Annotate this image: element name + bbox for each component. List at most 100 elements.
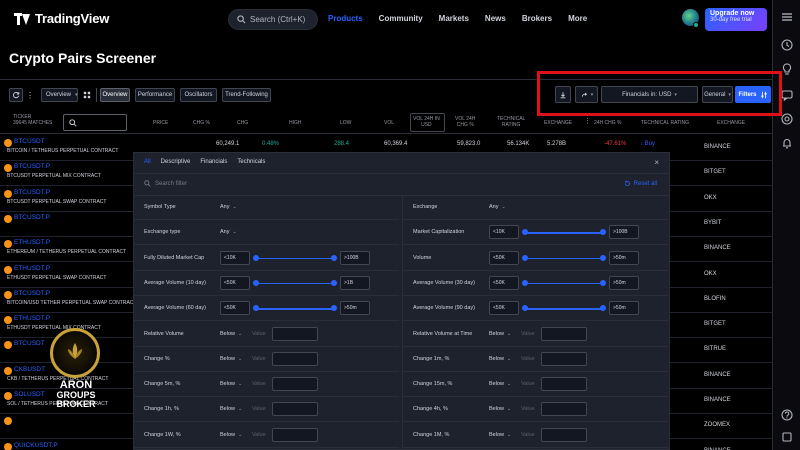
ticker-link[interactable]: ETHUSDT.P bbox=[14, 265, 50, 272]
range-slider-max-handle[interactable] bbox=[600, 229, 606, 236]
value-input[interactable] bbox=[541, 326, 587, 341]
lightbulb-icon[interactable] bbox=[780, 62, 794, 76]
range-slider-min-handle[interactable] bbox=[522, 279, 528, 286]
filter-dropdown[interactable]: Any ⌄ bbox=[220, 229, 237, 235]
filter-search-input[interactable]: Search filter bbox=[144, 180, 187, 187]
close-icon[interactable]: × bbox=[654, 158, 659, 167]
range-slider-min-handle[interactable] bbox=[253, 279, 259, 286]
range-slider-min-handle[interactable] bbox=[253, 254, 259, 261]
range-slider-min-handle[interactable] bbox=[522, 229, 528, 236]
range-max-input[interactable]: >50m bbox=[609, 250, 639, 265]
range-min-input[interactable]: <10K bbox=[220, 250, 250, 265]
range-slider-max-handle[interactable] bbox=[600, 279, 606, 286]
column-header-price[interactable]: PRICE bbox=[153, 120, 168, 126]
range-min-input[interactable]: <50K bbox=[489, 250, 519, 265]
filter-dropdown[interactable]: Any ⌄ bbox=[489, 204, 506, 210]
filter-tab-technicals[interactable]: Technicals bbox=[237, 159, 265, 165]
nav-community[interactable]: Community bbox=[379, 14, 423, 23]
range-min-input[interactable]: <50K bbox=[220, 301, 250, 316]
upgrade-button[interactable]: Upgrade now 30-day free trial bbox=[705, 8, 767, 31]
filter-tab-financials[interactable]: Financials bbox=[200, 159, 227, 165]
range-max-input[interactable]: >50m bbox=[340, 301, 370, 316]
nav-more[interactable]: More bbox=[568, 14, 587, 23]
column-header-24h-chg[interactable]: 24H CHG % bbox=[594, 120, 622, 126]
column-header-chg[interactable]: CHG bbox=[237, 120, 248, 126]
column-header-technical-rating[interactable]: TECHNICAL RATING bbox=[641, 120, 689, 126]
ticker-link[interactable]: QUICKUSDT.P bbox=[14, 442, 58, 449]
filter-dropdown[interactable]: Below ⌄ bbox=[489, 406, 511, 412]
range-slider-track[interactable] bbox=[256, 257, 334, 260]
range-slider-track[interactable] bbox=[256, 282, 334, 285]
range-slider-min-handle[interactable] bbox=[522, 305, 528, 312]
filter-dropdown[interactable]: Below ⌄ bbox=[220, 381, 242, 387]
range-min-input[interactable]: <50K bbox=[489, 301, 519, 316]
nav-products[interactable]: Products bbox=[328, 14, 363, 23]
range-max-input[interactable]: >50m bbox=[609, 275, 639, 290]
value-input[interactable] bbox=[541, 377, 587, 392]
value-input[interactable] bbox=[272, 402, 318, 417]
range-slider-min-handle[interactable] bbox=[522, 254, 528, 261]
ticker-link[interactable]: ETHUSDT.P bbox=[14, 239, 50, 246]
filter-dropdown[interactable]: Any ⌄ bbox=[220, 204, 237, 210]
filter-dropdown[interactable]: Below ⌄ bbox=[220, 406, 242, 412]
value-input[interactable] bbox=[272, 351, 318, 366]
range-slider-track[interactable] bbox=[525, 257, 603, 260]
ticker-search-button[interactable] bbox=[63, 114, 127, 131]
tab-overview[interactable]: Overview bbox=[100, 88, 130, 102]
filter-dropdown[interactable]: Below ⌄ bbox=[489, 356, 511, 362]
download-button[interactable] bbox=[555, 86, 571, 103]
reset-all-button[interactable]: Reset all bbox=[624, 180, 657, 187]
filter-dropdown[interactable]: Below ⌄ bbox=[489, 381, 511, 387]
value-input[interactable] bbox=[272, 427, 318, 442]
filter-tab-all[interactable]: All bbox=[144, 159, 151, 165]
range-slider-track[interactable] bbox=[256, 308, 334, 310]
ticker-link[interactable]: BTCUSDT.P bbox=[14, 214, 50, 221]
value-input[interactable] bbox=[272, 326, 318, 341]
value-input[interactable] bbox=[541, 402, 587, 417]
range-slider-track[interactable] bbox=[525, 308, 603, 310]
bottom-toggle-icon[interactable] bbox=[780, 430, 794, 444]
chat-icon[interactable] bbox=[780, 88, 794, 102]
range-slider-track[interactable] bbox=[525, 232, 603, 234]
filters-button[interactable]: Filters bbox=[735, 86, 771, 103]
column-header-technical[interactable]: TECHNICAL RATING bbox=[497, 116, 525, 128]
target-icon[interactable] bbox=[780, 112, 794, 126]
filter-dropdown[interactable]: Below ⌄ bbox=[220, 331, 242, 337]
range-slider-max-handle[interactable] bbox=[331, 305, 337, 312]
column-drag-handle-icon[interactable]: ⋮ bbox=[584, 118, 591, 125]
view-select[interactable]: Overview ▾ bbox=[41, 88, 78, 102]
column-header-ticker[interactable]: TICKER 39645 MATCHES bbox=[13, 114, 52, 126]
column-header-high[interactable]: HIGH bbox=[289, 120, 302, 126]
range-slider-max-handle[interactable] bbox=[600, 305, 606, 312]
filter-dropdown[interactable]: Below ⌄ bbox=[220, 356, 242, 362]
range-max-input[interactable]: >100B bbox=[340, 250, 370, 265]
refresh-button[interactable] bbox=[9, 88, 23, 102]
filter-tab-descriptive[interactable]: Descriptive bbox=[161, 159, 191, 165]
range-slider-max-handle[interactable] bbox=[331, 279, 337, 286]
brand-logo[interactable]: TradingView bbox=[14, 11, 109, 26]
menu-icon[interactable] bbox=[780, 10, 794, 24]
filter-dropdown[interactable]: Below ⌄ bbox=[220, 432, 242, 438]
general-select[interactable]: General ▾ bbox=[702, 86, 733, 103]
column-header-vol[interactable]: VOL bbox=[384, 120, 394, 126]
ticker-link[interactable]: BTCUSDT.P bbox=[14, 163, 50, 170]
ticker-link[interactable]: BTCUSDT bbox=[14, 138, 45, 145]
value-input[interactable] bbox=[541, 427, 587, 442]
range-slider-max-handle[interactable] bbox=[600, 254, 606, 261]
column-header-vol24-chg[interactable]: VOL 24H CHG % bbox=[455, 116, 475, 128]
ticker-link[interactable]: BTCUSDT.P bbox=[14, 189, 50, 196]
more-options-button[interactable]: ⋮ bbox=[25, 88, 35, 102]
column-header-low[interactable]: LOW bbox=[340, 120, 351, 126]
ticker-link[interactable]: ETHUSDT.P bbox=[14, 315, 50, 322]
range-slider-min-handle[interactable] bbox=[253, 305, 259, 312]
filter-dropdown[interactable]: Below ⌄ bbox=[489, 432, 511, 438]
ticker-link[interactable]: BTCUSDT.P bbox=[14, 290, 50, 297]
value-input[interactable] bbox=[541, 351, 587, 366]
value-input[interactable] bbox=[272, 377, 318, 392]
column-header-exchange-2[interactable]: EXCHANGE bbox=[717, 120, 745, 126]
filter-dropdown[interactable]: Below ⌄ bbox=[489, 331, 511, 337]
nav-brokers[interactable]: Brokers bbox=[522, 14, 552, 23]
help-icon[interactable] bbox=[780, 408, 794, 422]
grid-view-button[interactable] bbox=[80, 88, 94, 102]
nav-news[interactable]: News bbox=[485, 14, 506, 23]
